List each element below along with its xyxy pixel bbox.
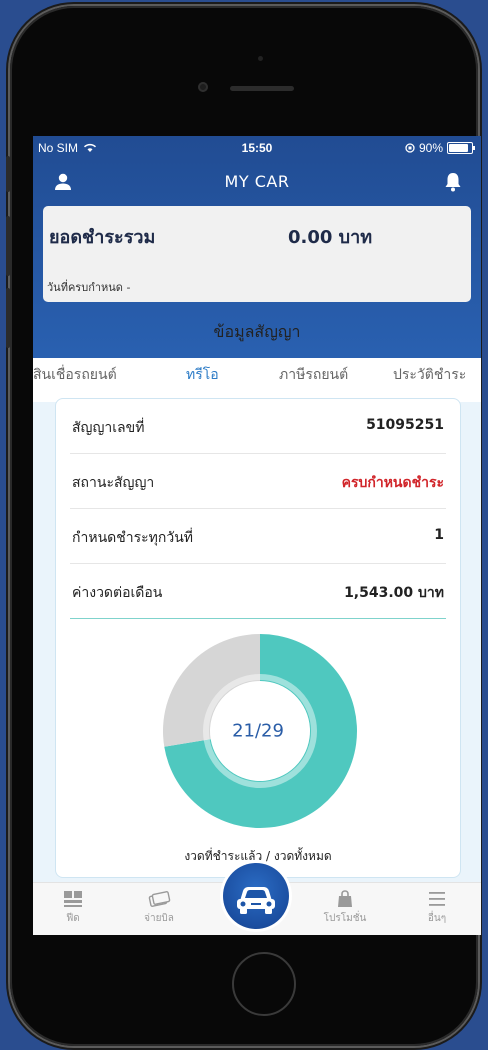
tab-trio[interactable]: ทรีโอ <box>186 364 219 386</box>
bottom-navigation: ฟีด จ่ายบิล โปรโมชั่น อื่นๆ <box>33 863 481 935</box>
row-label: ค่างวดต่อเดือน <box>72 585 163 601</box>
row-label: สัญญาเลขที่ <box>72 420 145 436</box>
payment-day-value: 1 <box>434 527 444 543</box>
home-button[interactable] <box>232 952 296 1016</box>
bag-icon <box>338 890 352 907</box>
nav-promotion[interactable]: โปรโมชั่น <box>315 889 375 926</box>
contract-status-row: สถานะสัญญา ครบกำหนดชำระ <box>70 454 446 509</box>
earpiece-speaker <box>230 86 294 91</box>
top-bar: MY CAR <box>33 164 481 200</box>
sensor-dot <box>258 56 263 61</box>
payment-summary-card: ยอดชำระรวม 0.00 บาท วันที่ครบกำหนด - <box>43 206 471 302</box>
tab-car-tax[interactable]: ภาษีรถยนต์ <box>279 364 348 386</box>
front-camera <box>198 82 208 92</box>
contract-number-row: สัญญาเลขที่ 51095251 <box>70 399 446 454</box>
nav-promotion-label: โปรโมชั่น <box>323 913 367 924</box>
car-icon <box>237 887 275 914</box>
mute-switch <box>6 156 10 192</box>
menu-icon <box>429 892 445 906</box>
contract-number-value: 51095251 <box>366 417 444 433</box>
contract-info-card: สัญญาเลขที่ 51095251 สถานะสัญญา ครบกำหนด… <box>55 398 461 878</box>
app-screen: No SIM 15:50 90% MY CAR ยอดชำระรวม 0.00 … <box>33 136 481 935</box>
contract-section-title: ข้อมูลสัญญา <box>213 322 301 341</box>
row-label: สถานะสัญญา <box>72 475 155 491</box>
battery-percent: 90% <box>418 141 443 155</box>
volume-down-button <box>6 288 10 348</box>
nav-more[interactable]: อื่นๆ <box>407 889 467 926</box>
row-label: กำหนดชำระทุกวันที่ <box>72 530 193 546</box>
page-title: MY CAR <box>224 172 290 191</box>
nav-feed[interactable]: ฟีด <box>43 889 103 926</box>
total-due-amount: 0.00 บาท <box>288 227 373 248</box>
monthly-installment-value: 1,543.00 บาท <box>344 585 444 601</box>
car-home-button[interactable] <box>223 863 289 929</box>
contract-tabs: สินเชื่อรถยนต์ ทรีโอ ภาษีรถยนต์ ประวัติช… <box>33 358 481 402</box>
orientation-lock-icon <box>405 143 415 153</box>
nav-pay-bill[interactable]: จ่ายบิล <box>129 889 189 926</box>
total-due-label: ยอดชำระรวม <box>49 227 156 248</box>
tab-payment-history[interactable]: ประวัติชำระ <box>393 364 466 386</box>
battery-status: 90% <box>405 141 475 155</box>
feed-icon <box>64 891 82 907</box>
installment-progress-label: 21/29 <box>232 720 284 742</box>
status-bar: No SIM 15:50 90% <box>33 136 481 160</box>
monthly-installment-row: ค่างวดต่อเดือน 1,543.00 บาท <box>70 564 446 619</box>
nav-more-label: อื่นๆ <box>427 913 447 924</box>
nav-feed-label: ฟีด <box>66 913 80 924</box>
battery-icon <box>447 142 475 154</box>
contract-status-value: ครบกำหนดชำระ <box>341 475 444 491</box>
nav-pay-bill-label: จ่ายบิล <box>144 913 174 924</box>
bell-icon[interactable] <box>441 170 465 194</box>
payment-day-row: กำหนดชำระทุกวันที่ 1 <box>70 509 446 564</box>
due-date-label: วันที่ครบกำหนด - <box>47 281 131 294</box>
tab-car-loan[interactable]: สินเชื่อรถยนต์ <box>33 364 117 386</box>
bill-icon <box>148 891 171 907</box>
volume-up-button <box>6 216 10 276</box>
